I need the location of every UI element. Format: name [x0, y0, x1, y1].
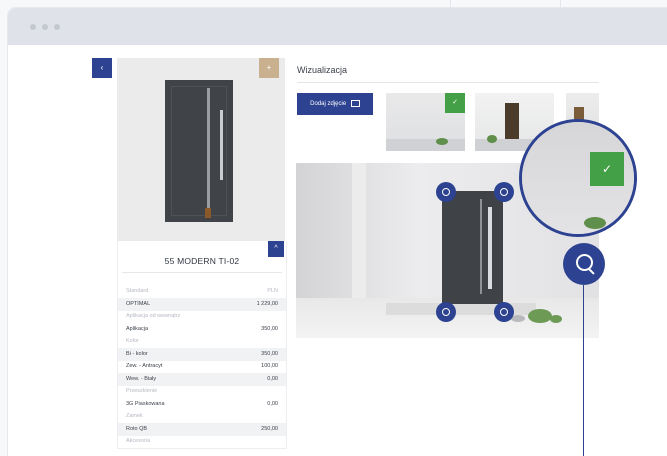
check-icon: ✓ [590, 152, 624, 186]
option-section-header: Zamek [118, 410, 286, 423]
corner-handle-icon[interactable] [494, 182, 514, 202]
section-title: Wizualizacja [297, 65, 348, 75]
option-value: 250,00 [261, 425, 278, 432]
option-label: OPTIMAL [126, 300, 151, 307]
option-row[interactable]: Zew. - Antracyt 100,00 [118, 360, 286, 373]
camera-icon [350, 99, 360, 107]
option-row[interactable]: Roto QB 250,00 [118, 422, 286, 436]
door-preview [165, 80, 233, 222]
option-row[interactable]: Aplikacja 350,00 [118, 323, 286, 336]
add-photo-button[interactable]: Dodaj zdjęcie [297, 93, 373, 115]
scene-thumbnail[interactable]: ✓ [386, 93, 465, 151]
option-row[interactable]: OPTIMAL 1 229,00 [118, 297, 286, 311]
option-row[interactable]: 3G Piaskowana 0,00 [118, 398, 286, 411]
add-product-button[interactable]: + [259, 58, 279, 78]
option-label: Przeszklenie [126, 388, 158, 394]
corner-handle-icon[interactable] [436, 302, 456, 322]
product-name: 55 MODERN TI-02 [164, 256, 240, 266]
divider [297, 82, 599, 83]
option-section-header: Aplikacja od wewnątrz [118, 310, 286, 323]
option-row[interactable]: Bi - kolor 350,00 [118, 347, 286, 361]
option-label: Bi - kolor [126, 350, 148, 357]
option-value: 1 229,00 [256, 300, 278, 307]
option-value: 0,00 [267, 400, 278, 407]
option-label: Kolor [126, 338, 139, 344]
previous-product-button[interactable]: ‹ [92, 58, 112, 78]
magnifier-lens: ✓ [519, 119, 637, 237]
chevron-left-icon: ‹ [100, 63, 104, 72]
option-label: Roto QB [126, 425, 148, 432]
option-label: Wew. - Biały [126, 375, 157, 382]
window-dot [30, 24, 36, 30]
option-section-header: Standard PLN [118, 285, 286, 298]
callout-line [583, 285, 584, 456]
option-value: 100,00 [261, 363, 278, 369]
option-label: Zew. - Antracyt [126, 363, 163, 369]
plus-icon: + [266, 63, 272, 72]
window-titlebar [8, 8, 667, 45]
option-label: Zamek [126, 413, 143, 419]
product-image [117, 58, 285, 241]
corner-handle-icon[interactable] [494, 302, 514, 322]
check-icon: ✓ [445, 93, 465, 113]
option-section-header: Akcesoria [118, 435, 286, 448]
window-dot [54, 24, 60, 30]
chevron-up-icon: ^ [274, 245, 278, 252]
option-value: 0,00 [267, 375, 278, 382]
option-label: Aplikacja od wewnątrz [126, 313, 181, 319]
option-value: PLN [267, 288, 278, 294]
search-icon[interactable] [563, 243, 605, 285]
option-value: 350,00 [261, 350, 278, 357]
option-label: Aplikacja [126, 325, 149, 332]
divider [122, 272, 282, 273]
option-label: Standard [126, 288, 149, 294]
option-section-header: Kolor [118, 335, 286, 348]
corner-handle-icon[interactable] [436, 182, 456, 202]
option-value: 350,00 [261, 325, 278, 332]
option-label: Akcesoria [126, 438, 151, 444]
option-section-header: Przeszklenie [118, 385, 286, 398]
option-label: 3G Piaskowana [126, 400, 165, 407]
door-overlay[interactable] [442, 191, 503, 304]
add-photo-label: Dodaj zdjęcie [310, 101, 347, 107]
product-info-card: 55 MODERN TI-02 Standard PLN OPTIMAL 1 229,… [117, 241, 287, 449]
collapse-button[interactable]: ^ [268, 241, 284, 257]
option-row[interactable]: Wew. - Biały 0,00 [118, 372, 286, 386]
window-dot [42, 24, 48, 30]
